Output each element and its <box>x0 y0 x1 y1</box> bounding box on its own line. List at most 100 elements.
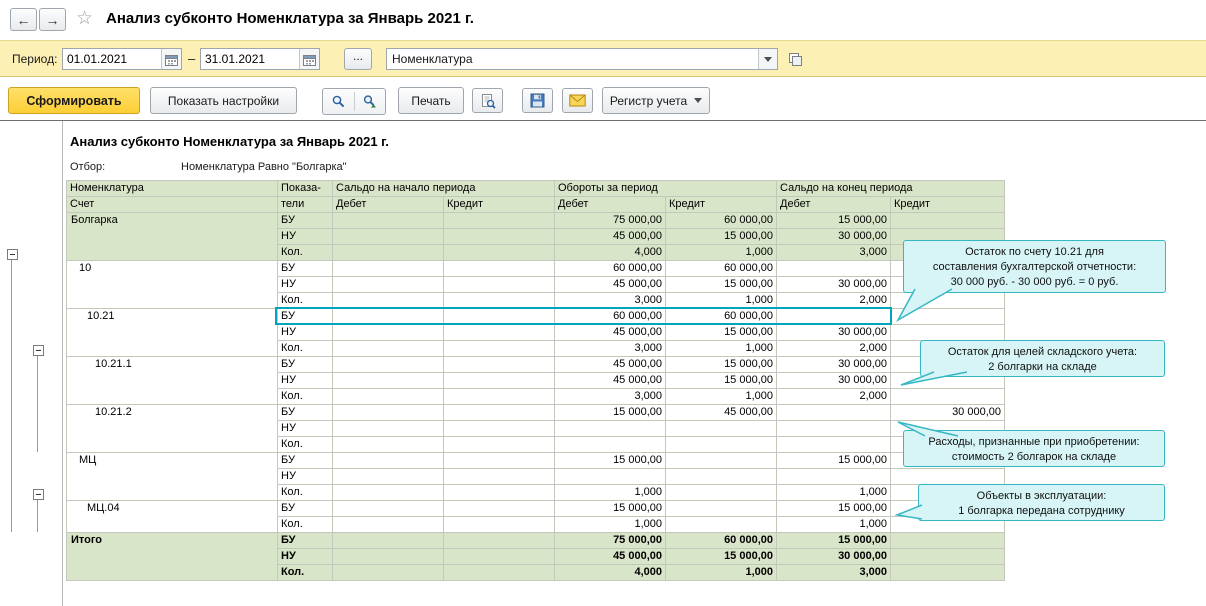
cell-value[interactable] <box>665 500 777 517</box>
cell-value[interactable] <box>443 484 555 501</box>
cell-value[interactable] <box>443 356 555 373</box>
cell-value[interactable]: 30 000,00 <box>776 356 891 373</box>
cell-value[interactable] <box>554 420 666 437</box>
cell-value[interactable]: 75 000,00 <box>554 532 666 549</box>
cell-value[interactable]: 60 000,00 <box>665 260 777 277</box>
cell-value[interactable]: 15 000,00 <box>665 548 777 565</box>
cell-value[interactable] <box>665 452 777 469</box>
cell-indicator[interactable]: БУ <box>277 260 333 277</box>
cell-value[interactable]: 15 000,00 <box>665 356 777 373</box>
cell-value[interactable] <box>443 548 555 565</box>
cell-indicator[interactable]: НУ <box>277 228 333 245</box>
cell-value[interactable] <box>665 468 777 485</box>
cell-value[interactable]: 1,000 <box>665 244 777 261</box>
search-next-button[interactable] <box>355 89 386 114</box>
chevron-down-icon[interactable] <box>758 49 777 69</box>
cell-value[interactable] <box>332 260 444 277</box>
cell-value[interactable]: 30 000,00 <box>776 324 891 341</box>
period-more-button[interactable]: ... <box>344 48 372 70</box>
cell-value[interactable] <box>332 324 444 341</box>
cell-indicator[interactable]: БУ <box>277 532 333 549</box>
cell-indicator[interactable]: НУ <box>277 468 333 485</box>
cell-indicator[interactable]: Кол. <box>277 436 333 453</box>
cell-indicator[interactable]: НУ <box>277 420 333 437</box>
cell-value[interactable]: 45 000,00 <box>554 372 666 389</box>
cell-value[interactable] <box>332 356 444 373</box>
cell-value[interactable]: 3,000 <box>776 564 891 581</box>
cell-account[interactable]: 10.21.1 <box>66 356 278 405</box>
email-button[interactable] <box>562 88 593 113</box>
group-collapse-button[interactable] <box>7 249 18 260</box>
cell-value[interactable]: 75 000,00 <box>554 212 666 229</box>
save-button[interactable] <box>522 88 553 113</box>
cell-value[interactable] <box>890 292 1005 309</box>
cell-value[interactable]: 1,000 <box>554 516 666 533</box>
cell-account[interactable]: Болгарка <box>66 212 278 261</box>
cell-value[interactable] <box>890 212 1005 229</box>
cell-value[interactable] <box>890 308 1005 325</box>
cell-indicator[interactable]: НУ <box>277 548 333 565</box>
cell-value[interactable]: 45 000,00 <box>554 276 666 293</box>
cell-value[interactable] <box>665 516 777 533</box>
cell-value[interactable]: 4,000 <box>554 564 666 581</box>
cell-value[interactable] <box>443 388 555 405</box>
cell-value[interactable]: 15 000,00 <box>776 212 891 229</box>
cell-account[interactable]: МЦ <box>66 452 278 501</box>
cell-value[interactable] <box>443 452 555 469</box>
cell-account[interactable]: 10.21.2 <box>66 404 278 453</box>
cell-value[interactable] <box>332 212 444 229</box>
print-button[interactable]: Печать <box>398 87 464 114</box>
cell-value[interactable] <box>890 388 1005 405</box>
cell-indicator[interactable]: Кол. <box>277 484 333 501</box>
cell-indicator[interactable]: Кол. <box>277 516 333 533</box>
cell-indicator[interactable]: БУ <box>277 404 333 421</box>
cell-value[interactable] <box>443 436 555 453</box>
cell-value[interactable] <box>332 500 444 517</box>
cell-value[interactable] <box>332 564 444 581</box>
cell-value[interactable] <box>332 340 444 357</box>
cell-value[interactable] <box>890 548 1005 565</box>
group-collapse-button[interactable] <box>33 489 44 500</box>
cell-value[interactable] <box>443 324 555 341</box>
cell-value[interactable]: 15 000,00 <box>776 452 891 469</box>
cell-value[interactable] <box>332 276 444 293</box>
cell-value[interactable]: 15 000,00 <box>554 500 666 517</box>
cell-value[interactable]: 60 000,00 <box>665 532 777 549</box>
cell-value[interactable]: 30 000,00 <box>776 276 891 293</box>
cell-value[interactable]: 15 000,00 <box>665 372 777 389</box>
cell-value[interactable] <box>332 548 444 565</box>
cell-value[interactable]: 4,000 <box>554 244 666 261</box>
cell-value[interactable]: 30 000,00 <box>776 228 891 245</box>
cell-value[interactable]: 2,000 <box>776 388 891 405</box>
cell-value[interactable]: 45 000,00 <box>665 404 777 421</box>
cell-value[interactable]: 1,000 <box>776 516 891 533</box>
cell-value[interactable] <box>332 484 444 501</box>
cell-value[interactable] <box>443 340 555 357</box>
cell-value[interactable] <box>665 420 777 437</box>
cell-value[interactable] <box>332 452 444 469</box>
cell-value[interactable]: 2,000 <box>776 340 891 357</box>
cell-value[interactable]: 3,000 <box>554 388 666 405</box>
cell-value[interactable] <box>443 420 555 437</box>
cell-value[interactable] <box>776 468 891 485</box>
cell-value[interactable] <box>443 516 555 533</box>
cell-value[interactable] <box>443 500 555 517</box>
cell-value[interactable]: 1,000 <box>554 484 666 501</box>
cell-value[interactable] <box>776 420 891 437</box>
search-button[interactable] <box>323 89 354 114</box>
cell-value[interactable]: 3,000 <box>776 244 891 261</box>
cell-indicator[interactable]: БУ <box>277 356 333 373</box>
cell-value[interactable]: 30 000,00 <box>776 548 891 565</box>
group-collapse-button[interactable] <box>33 345 44 356</box>
cell-value[interactable] <box>554 468 666 485</box>
cell-value[interactable] <box>332 372 444 389</box>
cell-value[interactable] <box>776 260 891 277</box>
cell-value[interactable]: 45 000,00 <box>554 548 666 565</box>
calendar-from-button[interactable] <box>161 49 181 69</box>
cell-value[interactable] <box>443 212 555 229</box>
open-list-button[interactable] <box>785 49 806 70</box>
cell-value[interactable]: 15 000,00 <box>776 500 891 517</box>
cell-value[interactable] <box>443 244 555 261</box>
cell-value[interactable]: 1,000 <box>665 340 777 357</box>
cell-value[interactable] <box>665 484 777 501</box>
